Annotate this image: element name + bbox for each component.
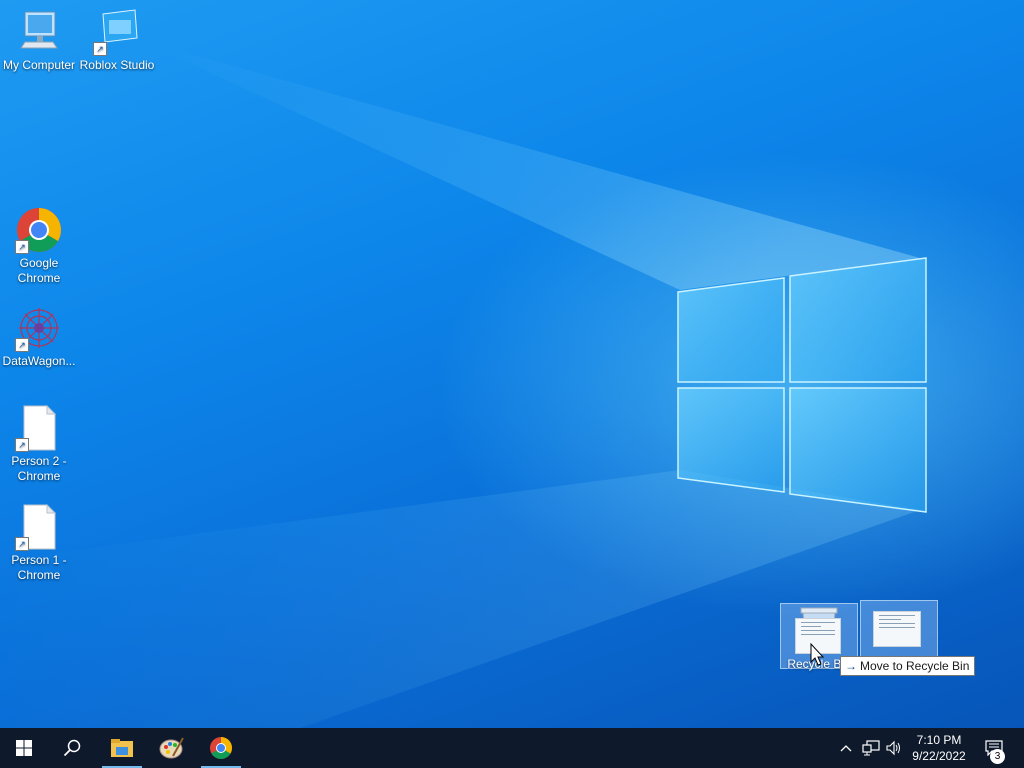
move-arrow-icon: →	[845, 659, 857, 673]
document-icon: ↗	[15, 404, 63, 452]
shortcut-arrow-icon: ↗	[15, 438, 29, 452]
chevron-up-icon	[840, 745, 852, 752]
file-explorer-icon	[111, 739, 133, 757]
network-icon	[862, 740, 880, 756]
datawagon-icon: ↗	[15, 304, 63, 352]
show-hidden-icons-button[interactable]	[836, 728, 856, 768]
paint-icon	[159, 737, 184, 759]
taskbar-paint[interactable]	[148, 728, 196, 768]
desktop-icon-label: Roblox Studio	[79, 58, 155, 72]
windows-start-icon	[16, 740, 32, 756]
desktop-icon-label: Person 1 - Chrome	[11, 553, 67, 582]
search-icon	[63, 739, 81, 757]
taskbar-chrome[interactable]	[197, 728, 245, 768]
shortcut-arrow-icon: ↗	[93, 42, 107, 56]
desktop-icon-label: Person 2 - Chrome	[11, 454, 67, 483]
mouse-cursor-icon	[810, 643, 824, 666]
dragged-document-preview	[873, 611, 921, 647]
desktop-icon-my-computer[interactable]: My Computer	[1, 8, 77, 73]
drag-tooltip: → Move to Recycle Bin	[840, 656, 976, 676]
taskbar-file-explorer[interactable]	[98, 728, 146, 768]
shortcut-arrow-icon: ↗	[15, 338, 29, 352]
taskbar: 7:10 PM 9/22/2022	[0, 728, 1024, 768]
search-button[interactable]	[48, 728, 96, 768]
chrome-icon	[210, 737, 232, 759]
desktop-icon-label: My Computer	[2, 58, 76, 72]
volume-button[interactable]	[884, 728, 904, 768]
desktop-icon-person-2-chrome[interactable]: ↗ Person 2 - Chrome	[1, 404, 77, 484]
start-button[interactable]	[0, 728, 48, 768]
desktop-icon-datawagon[interactable]: ↗ DataWagon...	[1, 304, 77, 369]
desktop[interactable]: My Computer ↗ Roblox Studio ↗ Google Chr…	[0, 0, 1024, 728]
desktop-icon-person-1-chrome[interactable]: ↗ Person 1 - Chrome	[1, 503, 77, 583]
notification-count-badge: 3	[990, 749, 1005, 764]
chrome-icon: ↗	[15, 206, 63, 254]
document-icon: ↗	[15, 503, 63, 551]
computer-icon	[15, 8, 63, 56]
clock-time: 7:10 PM	[916, 733, 962, 747]
desktop-icon-label: Google Chrome	[17, 256, 61, 285]
desktop-icon-google-chrome[interactable]: ↗ Google Chrome	[1, 206, 77, 286]
speaker-icon	[886, 740, 900, 756]
desktop-icon-label: DataWagon...	[2, 354, 76, 368]
drag-tooltip-text: Move to Recycle Bin	[860, 659, 970, 673]
windows-logo-wallpaper	[677, 257, 927, 513]
desktop-icon-roblox-studio[interactable]: ↗ Roblox Studio	[79, 8, 155, 73]
shortcut-arrow-icon: ↗	[15, 240, 29, 254]
shortcut-arrow-icon: ↗	[15, 537, 29, 551]
clock-date: 9/22/2022	[912, 749, 966, 763]
clock[interactable]: 7:10 PM 9/22/2022	[904, 732, 974, 764]
roblox-studio-icon: ↗	[93, 8, 141, 56]
network-button[interactable]	[860, 728, 882, 768]
